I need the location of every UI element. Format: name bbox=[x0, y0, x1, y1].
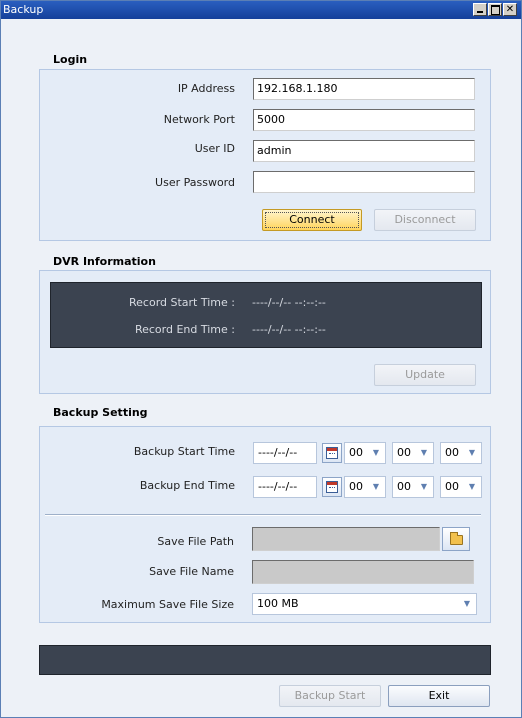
close-button[interactable]: ✕ bbox=[503, 3, 517, 16]
save-file-path-field[interactable] bbox=[252, 527, 440, 551]
max-file-size-select[interactable]: 100 MB ▼ bbox=[252, 593, 477, 615]
chevron-down-icon: ▼ bbox=[420, 482, 428, 491]
backup-divider bbox=[45, 514, 481, 516]
chevron-down-icon: ▼ bbox=[463, 599, 471, 608]
backup-end-label: Backup End Time bbox=[139, 479, 235, 492]
backup-end-minute-select[interactable]: 00 ▼ bbox=[392, 476, 434, 498]
backup-end-date-field[interactable]: ----/--/-- bbox=[253, 476, 317, 498]
backup-start-minute-select[interactable]: 00 ▼ bbox=[392, 442, 434, 464]
save-file-path-label: Save File Path bbox=[157, 535, 234, 548]
chevron-down-icon: ▼ bbox=[372, 482, 380, 491]
backup-start-hour-value: 00 bbox=[349, 446, 363, 459]
chevron-down-icon: ▼ bbox=[468, 448, 476, 457]
close-icon: ✕ bbox=[505, 4, 515, 15]
backup-start-hour-select[interactable]: 00 ▼ bbox=[344, 442, 386, 464]
record-start-label: Record Start Time : bbox=[129, 296, 235, 309]
backup-start-minute-value: 00 bbox=[397, 446, 411, 459]
maximize-button[interactable] bbox=[488, 3, 502, 16]
save-file-name-field[interactable] bbox=[252, 560, 474, 584]
backup-start-second-select[interactable]: 00 ▼ bbox=[440, 442, 482, 464]
ip-address-label: IP Address bbox=[177, 82, 235, 95]
backup-end-hour-value: 00 bbox=[349, 480, 363, 493]
record-end-label: Record End Time : bbox=[134, 323, 235, 336]
exit-button[interactable]: Exit bbox=[388, 685, 490, 707]
login-section-title: Login bbox=[53, 53, 88, 66]
backup-start-label: Backup Start Time bbox=[133, 445, 235, 458]
minimize-icon bbox=[474, 4, 486, 15]
chevron-down-icon: ▼ bbox=[468, 482, 476, 491]
save-file-name-label: Save File Name bbox=[149, 565, 234, 578]
backup-end-minute-value: 00 bbox=[397, 480, 411, 493]
backup-start-calendar-button[interactable] bbox=[322, 443, 342, 463]
backup-start-date-field[interactable]: ----/--/-- bbox=[253, 442, 317, 464]
update-button[interactable]: Update bbox=[374, 364, 476, 386]
backup-end-second-select[interactable]: 00 ▼ bbox=[440, 476, 482, 498]
login-panel: IP Address 192.168.1.180 Network Port 50… bbox=[39, 69, 491, 241]
dvr-section-title: DVR Information bbox=[53, 255, 156, 268]
window-title: Backup bbox=[3, 3, 44, 16]
disconnect-button[interactable]: Disconnect bbox=[374, 209, 476, 231]
backup-start-second-value: 00 bbox=[445, 446, 459, 459]
title-bar: Backup ✕ bbox=[1, 1, 521, 19]
network-port-field[interactable]: 5000 bbox=[253, 109, 475, 131]
user-id-field[interactable]: admin bbox=[253, 140, 475, 162]
backup-window: Backup ✕ Login IP Address 192.168.1.180 … bbox=[0, 0, 522, 718]
calendar-icon bbox=[326, 481, 338, 493]
record-start-value: ----/--/-- --:--:-- bbox=[252, 296, 326, 309]
backup-start-button[interactable]: Backup Start bbox=[279, 685, 381, 707]
record-end-value: ----/--/-- --:--:-- bbox=[252, 323, 326, 336]
network-port-label: Network Port bbox=[163, 113, 235, 126]
browse-folder-button[interactable] bbox=[442, 527, 470, 551]
dvr-panel: Record Start Time : ----/--/-- --:--:-- … bbox=[39, 270, 491, 394]
chevron-down-icon: ▼ bbox=[372, 448, 380, 457]
max-file-size-label: Maximum Save File Size bbox=[101, 598, 234, 611]
max-file-size-value: 100 MB bbox=[257, 597, 299, 610]
chevron-down-icon: ▼ bbox=[420, 448, 428, 457]
connect-button[interactable]: Connect bbox=[262, 209, 362, 231]
backup-section-title: Backup Setting bbox=[53, 406, 148, 419]
folder-icon bbox=[450, 532, 463, 545]
backup-end-calendar-button[interactable] bbox=[322, 477, 342, 497]
dvr-info-box: Record Start Time : ----/--/-- --:--:-- … bbox=[50, 282, 482, 348]
calendar-icon bbox=[326, 447, 338, 459]
user-id-label: User ID bbox=[194, 142, 235, 155]
maximize-icon bbox=[489, 4, 501, 15]
user-password-label: User Password bbox=[155, 176, 235, 189]
window-controls: ✕ bbox=[473, 3, 517, 16]
status-bar bbox=[39, 645, 491, 675]
backup-end-hour-select[interactable]: 00 ▼ bbox=[344, 476, 386, 498]
ip-address-field[interactable]: 192.168.1.180 bbox=[253, 78, 475, 100]
backup-end-second-value: 00 bbox=[445, 480, 459, 493]
minimize-button[interactable] bbox=[473, 3, 487, 16]
user-password-field[interactable] bbox=[253, 171, 475, 193]
